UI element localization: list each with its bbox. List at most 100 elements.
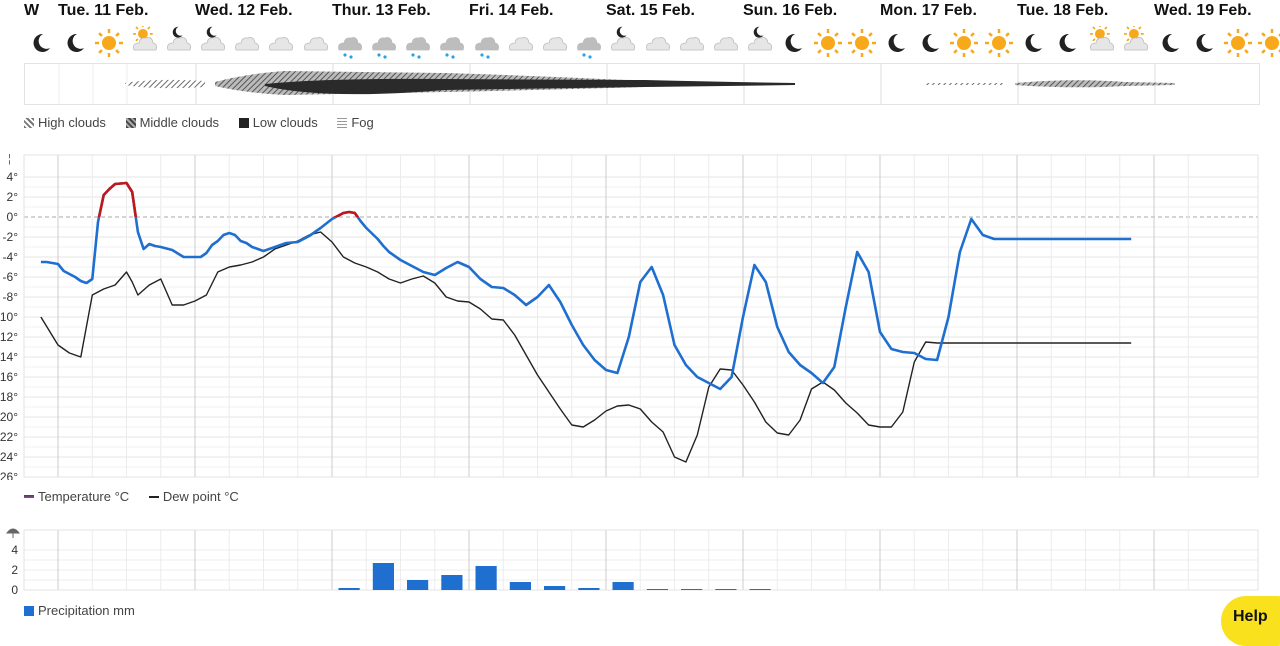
y-tick-label: -8° [3,290,19,304]
y-tick-label: -6° [3,270,19,284]
y-tick-label: -2° [3,230,19,244]
moon-icon [913,26,947,60]
precipitation-bar [407,580,429,590]
weather-icons-row [0,24,1280,60]
y-tick-label: 4 [11,543,18,557]
snow-icon [366,26,400,60]
precipitation-bar [612,582,634,590]
thermometer-icon: ¦ [8,153,11,165]
y-tick-label: -24° [0,450,18,464]
day-label: Tue. 18 Feb. [1017,2,1109,19]
y-tick-label: 2° [7,190,19,204]
precipitation-bar [544,586,566,590]
cloud-sun-icon [1084,24,1118,60]
moon-icon [1153,26,1187,60]
precipitation-bar [509,582,531,590]
dew-point-swatch-icon [148,496,159,498]
snow-icon [571,26,605,60]
cloud-cover-panel [24,63,1260,105]
sun-icon [845,26,879,60]
temperature-grid [24,155,1258,478]
day-label: Wed. 19 Feb. [1154,2,1252,19]
cloud-moon-icon [605,26,639,60]
snow-icon [434,26,468,60]
precipitation-bar [646,589,668,590]
temperature-legend: Temperature °C Dew point °C [24,489,255,504]
legend-low-clouds: Low clouds [238,115,318,130]
snow-icon [332,26,366,60]
moon-icon [776,26,810,60]
day-label: W [24,2,40,19]
y-tick-label: 4° [7,170,19,184]
precipitation-legend: Precipitation mm [24,603,151,618]
cloud-icon [674,26,708,60]
y-tick-label: 0° [7,210,19,224]
moon-icon [1187,26,1221,60]
y-tick-label: -10° [0,310,18,324]
cloud-icon [708,26,742,60]
moon-icon [24,26,58,60]
temperature-line [40,181,1132,391]
sun-icon [92,26,126,60]
precipitation-chart: 4 2 0 [5,528,1259,595]
cloud-icon [537,26,571,60]
day-label: Tue. 11 Feb. [58,2,149,19]
cloud-icon [298,26,332,60]
sun-icon [947,26,981,60]
day-label: Thur. 13 Feb. [332,2,431,19]
middle-clouds-swatch-icon [125,118,136,128]
legend-fog: Fog [337,115,374,130]
temperature-above-zero-line [97,181,360,217]
y-tick-label: -12° [0,330,18,344]
low-clouds-swatch-icon [238,118,249,128]
moon-icon [879,26,913,60]
cloud-sun-icon [1118,24,1152,60]
precipitation-grid [24,530,1258,591]
precipitation-bar [338,588,360,590]
help-button[interactable]: Help [1221,596,1280,646]
day-label: Sat. 15 Feb. [606,2,695,19]
day-header: W Tue. 11 Feb. Wed. 12 Feb. Thur. 13 Feb. Fr… [0,0,1280,24]
temperature-chart: ¦ 4° 2° 0° -2° -4° -6° -8° -10° -12° -14° -16° -18° -… [0,153,1259,480]
sun-icon [1255,26,1280,60]
legend-precipitation: Precipitation mm [24,603,135,618]
y-tick-label: -16° [0,370,18,384]
y-tick-label: 0 [11,583,18,595]
day-label: Fri. 14 Feb. [469,2,554,19]
precipitation-bar [441,575,463,590]
y-tick-label: -14° [0,350,18,364]
cloud-sun-icon [127,24,161,60]
temperature-plot-frame [23,154,1259,478]
y-tick-label: 2 [11,563,18,577]
cloud-icon [229,26,263,60]
umbrella-icon [5,528,21,538]
precipitation-bar [578,588,600,590]
cloud-icon [503,26,537,60]
cloud-legend: High clouds Middle clouds Low clouds Fog [24,115,390,130]
snow-icon [400,26,434,60]
cloud-moon-icon [195,26,229,60]
y-tick-label: -18° [0,390,18,404]
precipitation-bar [372,563,394,590]
precipitation-bar [749,589,771,590]
fog-swatch-icon [337,118,348,128]
y-tick-label: -20° [0,410,18,424]
cloud-moon-icon [742,26,776,60]
precipitation-bar [681,589,703,590]
precipitation-bar [715,589,737,590]
day-label: Mon. 17 Feb. [880,2,977,19]
moon-icon [1016,26,1050,60]
y-tick-label: -26° [0,470,18,480]
precipitation-bar [475,566,497,590]
cloud-moon-icon [161,26,195,60]
sun-icon [1221,26,1255,60]
legend-dew-point: Dew point °C [148,489,239,504]
y-tick-label: -4° [3,250,19,264]
temperature-swatch-icon [24,495,34,498]
sun-icon [811,26,845,60]
moon-icon [1050,26,1084,60]
day-label: Wed. 12 Feb. [195,2,293,19]
day-label: Sun. 16 Feb. [743,2,838,19]
legend-temperature: Temperature °C [24,489,129,504]
high-clouds-swatch-icon [24,118,34,128]
